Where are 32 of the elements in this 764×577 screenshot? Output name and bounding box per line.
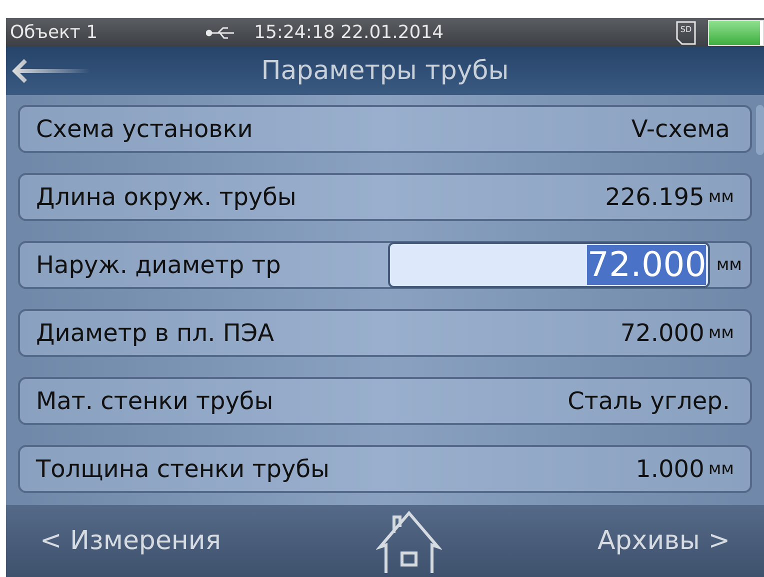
date-time: 15:24:18 22.01.2014 [254, 22, 445, 43]
parameter-value: V-схема [631, 115, 730, 143]
parameter-label: Диаметр в пл. ПЭА [36, 319, 274, 347]
sd-card-icon: SD [676, 20, 696, 44]
battery-icon [708, 20, 764, 46]
parameter-label: Длина окруж. трубы [36, 183, 296, 211]
object-name: Объект 1 [10, 22, 99, 43]
unit-label: мм [708, 187, 734, 207]
archives-link[interactable]: Архивы > [598, 526, 730, 556]
parameter-value: 72.000 [620, 319, 704, 347]
parameter-value: Сталь углер. [568, 387, 730, 415]
parameter-row[interactable]: Наруж. диаметр тр 72.000 мм [18, 241, 752, 289]
input-field[interactable]: 72.000 [388, 242, 710, 288]
parameter-row[interactable]: Толщина стенки трубы 1.000 мм [18, 445, 752, 493]
parameter-label: Наруж. диаметр тр [36, 251, 281, 279]
unit-label: мм [716, 255, 742, 275]
parameter-value: 226.195 [605, 183, 704, 211]
parameter-row[interactable]: Мат. стенки трубы Сталь углер. [18, 377, 752, 425]
parameter-value: 1.000 [636, 455, 704, 483]
usb-icon [206, 26, 236, 40]
parameter-label: Мат. стенки трубы [36, 387, 274, 415]
screen-title: Параметры трубы [260, 56, 510, 86]
measurements-link[interactable]: < Измерения [40, 526, 221, 556]
parameter-label: Толщина стенки трубы [36, 455, 330, 483]
parameter-label: Схема установки [36, 115, 253, 143]
parameter-row[interactable]: Диаметр в пл. ПЭА 72.000 мм [18, 309, 752, 357]
back-arrow-icon[interactable] [10, 56, 90, 86]
parameter-row[interactable]: Длина окруж. трубы 226.195 мм [18, 173, 752, 221]
unit-label: мм [708, 459, 734, 479]
scrollbar[interactable] [756, 105, 764, 155]
unit-label: мм [708, 323, 734, 343]
parameter-row[interactable]: Схема установки V-схема [18, 105, 752, 153]
